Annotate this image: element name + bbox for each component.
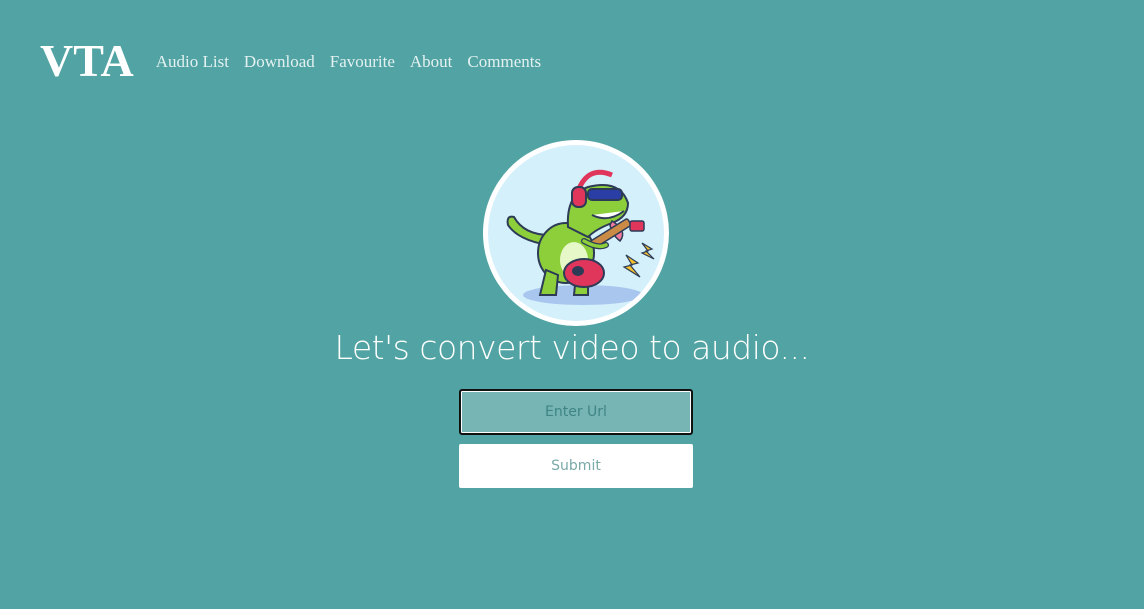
top-nav: VTA Audio List Download Favourite About … [40,36,541,86]
nav-links: Audio List Download Favourite About Comm… [156,50,541,72]
submit-button[interactable]: Submit [459,444,693,488]
nav-link-about[interactable]: About [410,52,453,72]
logo[interactable]: VTA [40,38,134,84]
avatar [483,140,669,326]
nav-link-favourite[interactable]: Favourite [330,52,395,72]
nav-link-audio-list[interactable]: Audio List [156,52,229,72]
dinosaur-guitar-icon [488,145,664,321]
nav-link-comments[interactable]: Comments [467,52,541,72]
nav-link-download[interactable]: Download [244,52,315,72]
url-input[interactable] [459,389,693,435]
page-headline: Let's convert video to audio... [334,328,810,367]
